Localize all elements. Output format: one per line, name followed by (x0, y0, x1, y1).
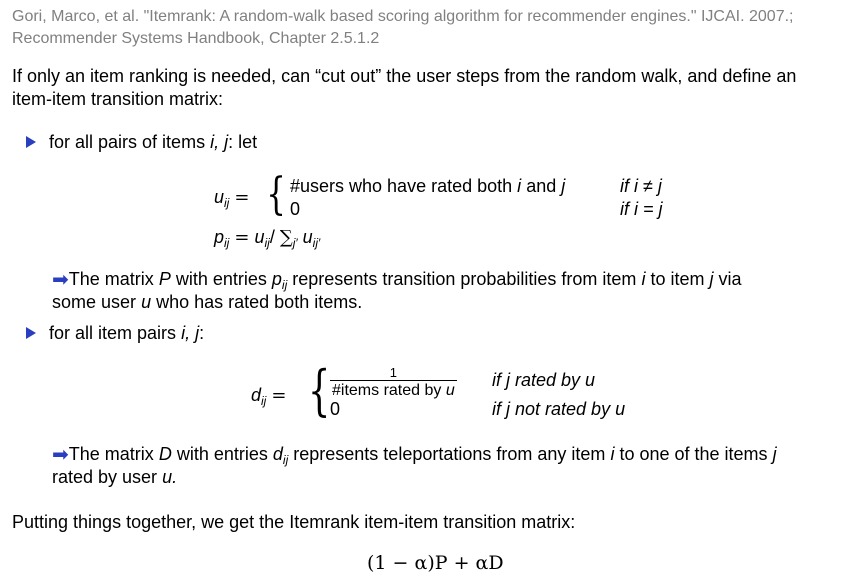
bullet-item-2: for all item pairs i, j: (26, 322, 204, 345)
u-condition-2: if i = j (620, 199, 663, 219)
bullet-2-tail: : (199, 323, 205, 343)
d-ij-symbol: dij = (251, 385, 287, 408)
note-1-line-2: some user u who has rated both items. (52, 292, 363, 312)
d-condition-2: if j not rated by u (492, 399, 626, 419)
u-ij-symbol: uij = (214, 187, 250, 210)
arrow-right-icon: ➡ (52, 269, 69, 291)
reference-line-2: Recommender Systems Handbook, Chapter 2.… (12, 30, 380, 47)
arrow-right-icon: ➡ (52, 444, 69, 466)
conclusion-text: Putting things together, we get the Item… (12, 512, 576, 532)
bullet-1-text: for all pairs of items (49, 132, 206, 152)
u-case-1: #users who have rated both i and j (290, 176, 566, 196)
intro-line-2: item-item transition matrix: (12, 89, 224, 109)
intro-line-1: If only an item ranking is needed, can “… (12, 66, 797, 86)
d-condition-1: if j rated by u (492, 370, 596, 390)
bullet-2-text: for all item pairs (49, 323, 177, 343)
triangle-bullet-icon (26, 327, 36, 339)
bullet-1-vars: i, j (210, 132, 229, 152)
final-formula: (1 − α)P + αD (367, 552, 504, 574)
u-brace: { (266, 169, 286, 220)
note-2-line-2: rated by user u. (52, 467, 178, 487)
bullet-item-1: for all pairs of items i, j: let (26, 131, 257, 154)
u-case-2: 0 (290, 199, 301, 219)
d-case-1-fraction: 1 #items rated by u (330, 365, 457, 399)
bullet-2-vars: i, j (181, 323, 200, 343)
d-case-2: 0 (330, 399, 341, 419)
bullet-1-tail: : let (228, 132, 258, 152)
d-brace: { (308, 359, 331, 422)
u-condition-1: if i ≠ j (620, 176, 662, 196)
p-ij-formula: pij = uij/ ∑j′ uij′ (214, 227, 321, 250)
triangle-bullet-icon (26, 136, 36, 148)
reference-line-1: Gori, Marco, et al. "Itemrank: A random-… (12, 8, 794, 25)
